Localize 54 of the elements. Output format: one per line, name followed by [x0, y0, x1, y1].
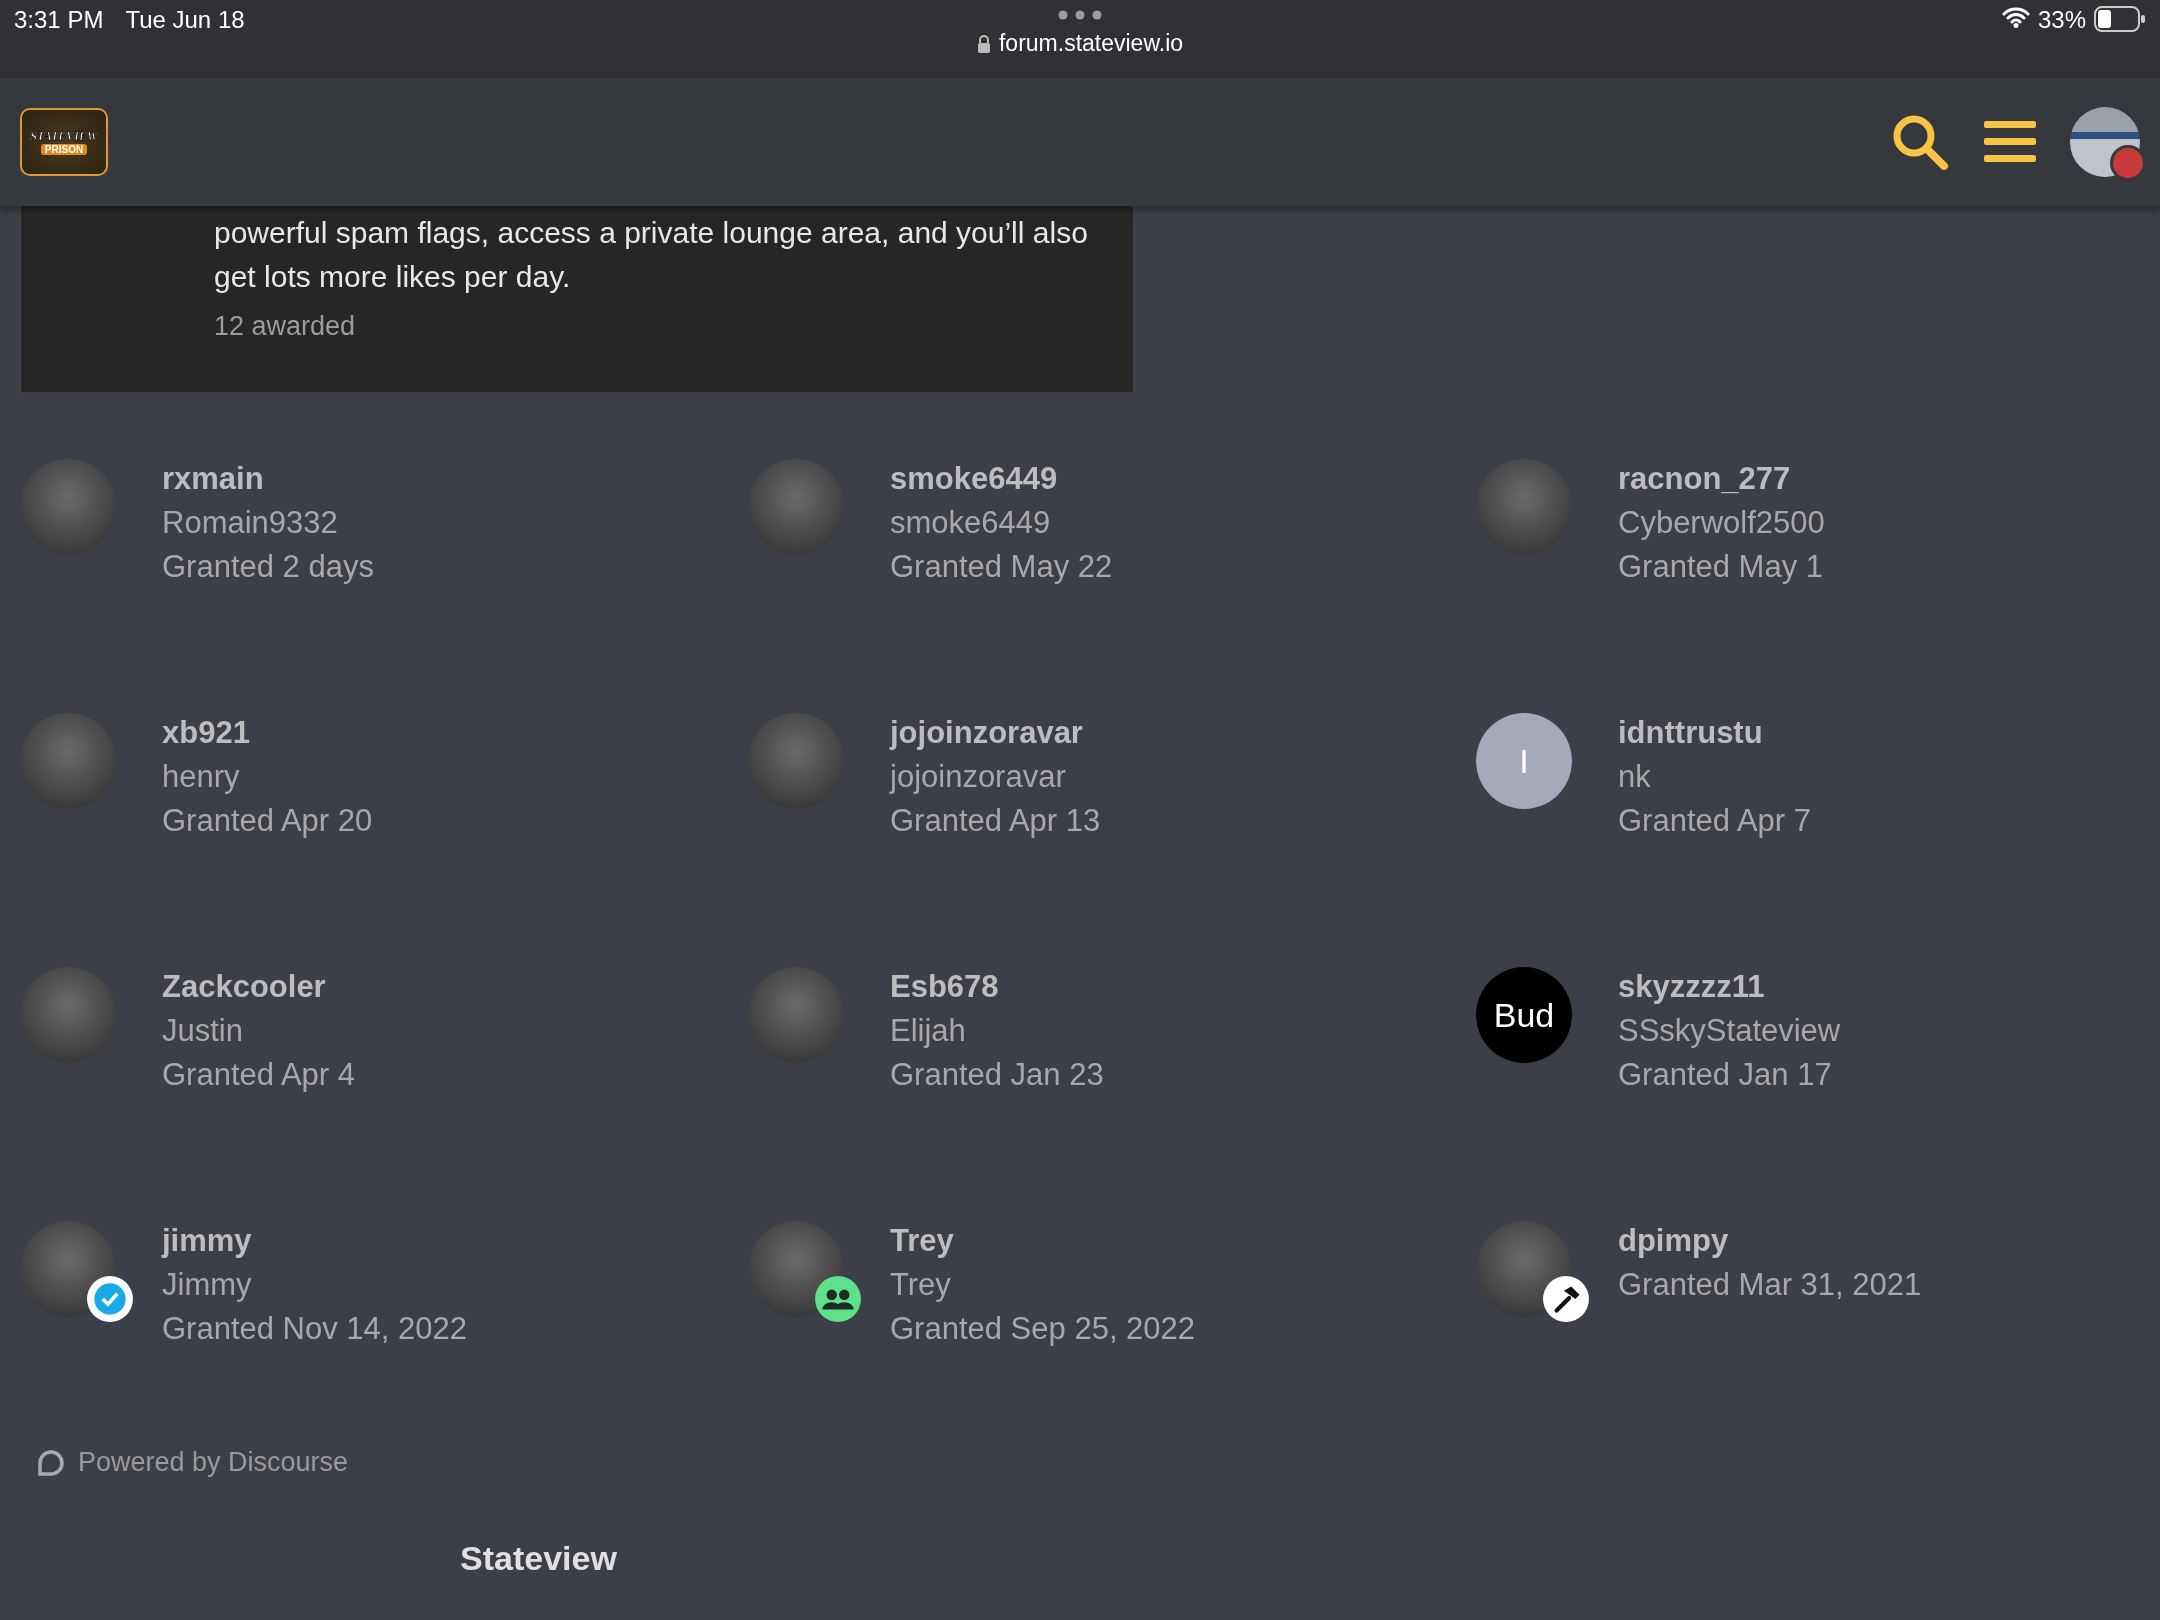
user-handle: Justin — [162, 1012, 244, 1050]
user-name[interactable]: skyzzzz11 — [1618, 965, 1841, 1009]
lock-icon — [976, 34, 991, 53]
user-name[interactable]: Esb678 — [890, 965, 1104, 1009]
status-time: 3:31 PM — [14, 6, 104, 35]
granted-date: Granted 2 days — [162, 548, 374, 586]
user-name[interactable]: racnon_277 — [1618, 457, 1825, 501]
user-handle: Cyberwolf2500 — [1618, 504, 1825, 542]
discourse-logo-icon[interactable] — [38, 1449, 64, 1476]
user-name[interactable]: dpimpy — [1618, 1219, 1922, 1263]
granted-date: Granted Mar 31, 2021 — [1618, 1266, 1922, 1304]
granted-date: Granted Apr 20 — [162, 802, 373, 840]
site-logo[interactable]: STATEVIEW PRISON — [20, 108, 108, 176]
user-handle: Romain9332 — [162, 504, 339, 542]
user-name[interactable]: Zackcooler — [162, 965, 355, 1009]
granted-date: Granted Nov 14, 2022 — [162, 1310, 468, 1348]
user-handle: jojoinzoravar — [890, 758, 1067, 796]
user-name[interactable]: jojoinzoravar — [890, 711, 1101, 755]
user-handle: nk — [1618, 758, 1652, 796]
battery-icon — [2094, 6, 2146, 32]
hammer-icon — [1542, 1275, 1590, 1323]
user-handle: smoke6449 — [890, 504, 1052, 542]
url-text[interactable]: forum.stateview.io — [998, 30, 1184, 57]
user-handle: henry — [162, 758, 241, 796]
badge-description: powerful spam flags, access a private lounge area, and you’ll also get lots more likes per day. — [214, 215, 1089, 295]
granted-date: Granted Sep 25, 2022 — [890, 1310, 1196, 1348]
footer-heading: Stateview — [460, 1538, 618, 1578]
granted-date: Granted May 1 — [1618, 548, 1825, 586]
user-name[interactable]: rxmain — [162, 457, 374, 501]
letter-avatar[interactable]: Bud — [1476, 967, 1572, 1063]
battery-percent: 33% — [2037, 6, 2086, 34]
user-name[interactable]: Trey — [890, 1219, 1196, 1263]
wifi-icon — [2001, 6, 2030, 28]
granted-date: Granted Jan 17 — [1618, 1056, 1833, 1094]
powered-by-link[interactable]: Powered by Discourse — [78, 1447, 349, 1478]
user-handle: Jimmy — [162, 1266, 253, 1304]
granted-date: Granted Apr 13 — [890, 802, 1101, 840]
user-name[interactable]: smoke6449 — [890, 457, 1113, 501]
more-dots-icon[interactable] — [1058, 10, 1102, 20]
granted-date: Granted Apr 4 — [162, 1056, 355, 1094]
user-name[interactable]: idnttrustu — [1618, 711, 1811, 755]
status-date: Tue Jun 18 — [125, 6, 245, 35]
user-handle: SSskyStateview — [1618, 1012, 1841, 1050]
group-icon — [814, 1275, 862, 1323]
user-handle: Trey — [890, 1266, 952, 1304]
granted-date: Granted May 22 — [890, 548, 1113, 586]
granted-date: Granted Jan 23 — [890, 1056, 1104, 1094]
granted-date: Granted Apr 7 — [1618, 802, 1811, 840]
user-handle: Elijah — [890, 1012, 967, 1050]
menu-icon[interactable] — [1984, 119, 2036, 165]
user-name[interactable]: xb921 — [162, 711, 373, 755]
user-name[interactable]: jimmy — [162, 1219, 468, 1263]
check-circle-icon — [86, 1275, 134, 1323]
awarded-count: 12 awarded — [214, 311, 357, 342]
